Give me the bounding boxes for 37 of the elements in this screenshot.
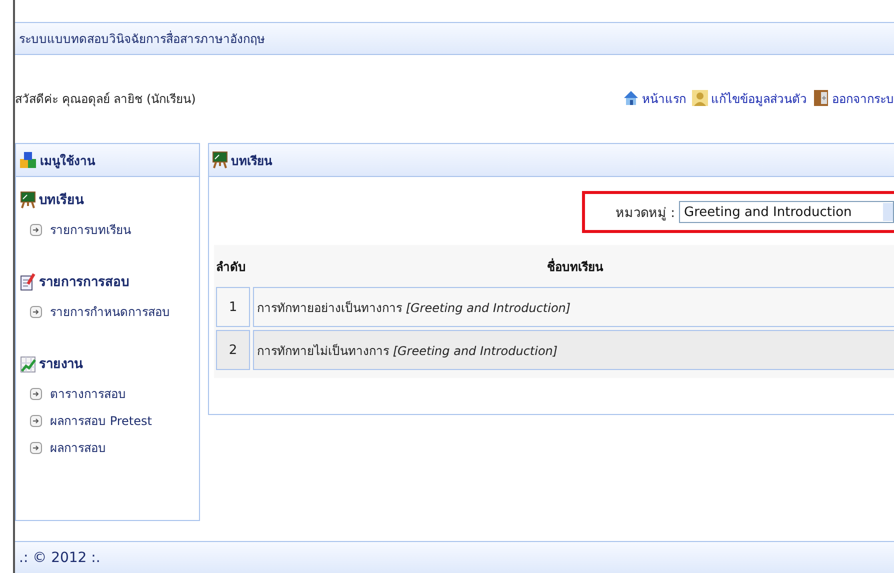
menu-item[interactable]: ตารางการสอบ bbox=[20, 380, 195, 407]
arrow-bullet-icon bbox=[30, 224, 42, 236]
category-label: หมวดหมู่ : bbox=[615, 204, 675, 222]
chalkboard-icon bbox=[212, 151, 228, 169]
house-icon bbox=[623, 90, 639, 106]
blocks-icon bbox=[19, 151, 37, 169]
greeting-text: สวัสดีค่ะ คุณอดุลย์ ลายิช (นักเรียน) bbox=[15, 90, 196, 108]
menu-item[interactable]: รายการกำหนดการสอบ bbox=[20, 298, 195, 325]
copyright-text: .: © 2012 :. bbox=[19, 550, 100, 566]
site-title: ระบบแบบทดสอบวินิจฉัยการสื่อสารภาษาอังกฤษ bbox=[19, 30, 265, 48]
arrow-bullet-icon bbox=[30, 388, 42, 400]
arrow-bullet-icon bbox=[30, 414, 42, 426]
menu-section-title: รายงาน bbox=[39, 356, 83, 374]
door-icon bbox=[813, 90, 829, 106]
arrow-bullet-icon bbox=[30, 306, 42, 318]
menu-item[interactable]: ผลการสอบ Pretest bbox=[20, 407, 195, 434]
lesson-link[interactable]: การทักทายอย่างเป็นทางการ [Greeting and Introduction] bbox=[253, 287, 894, 327]
table-cell: 2 bbox=[216, 330, 250, 370]
top-link[interactable]: แก้ไขข้อมูลส่วนตัว bbox=[692, 88, 807, 108]
top-link[interactable]: ออกจากระบ bbox=[813, 88, 894, 108]
menu-section-title: รายการการสอบ bbox=[39, 274, 129, 292]
person-icon bbox=[692, 90, 708, 106]
lesson-link[interactable]: การทักทายไม่เป็นทางการ [Greeting and Introduction] bbox=[253, 330, 894, 370]
chart-icon bbox=[20, 354, 36, 372]
chalkboard-icon bbox=[20, 190, 36, 208]
notepad-pencil-icon bbox=[20, 272, 36, 290]
menu-section-title: บทเรียน bbox=[39, 192, 84, 210]
menu-item[interactable]: รายการบทเรียน bbox=[20, 216, 195, 243]
arrow-bullet-icon bbox=[30, 442, 42, 454]
top-link[interactable]: หน้าแรก bbox=[623, 88, 686, 108]
menu-item[interactable]: ผลการสอบ bbox=[20, 434, 195, 461]
category-dropdown[interactable]: Greeting and Introduction bbox=[679, 201, 894, 223]
column-header: ลำดับ bbox=[216, 259, 247, 276]
panel-title: บทเรียน bbox=[231, 152, 272, 170]
sidebar-title: เมนูใช้งาน bbox=[40, 152, 95, 170]
column-header: ชื่อบทเรียน bbox=[546, 257, 604, 276]
table-cell: 1 bbox=[216, 287, 250, 327]
